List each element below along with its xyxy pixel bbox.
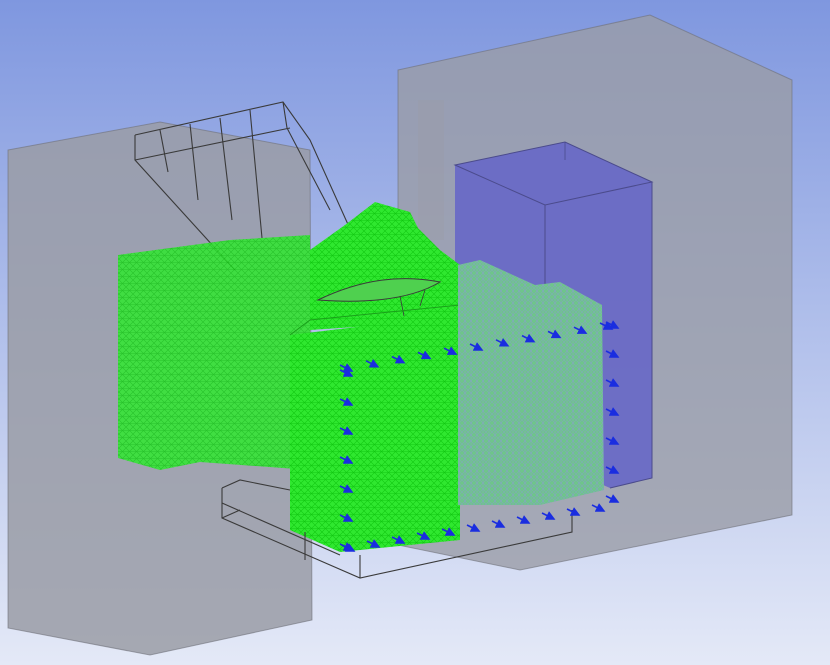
left-mesh-region[interactable] bbox=[118, 235, 310, 470]
front-mesh-block[interactable] bbox=[289, 304, 461, 552]
dense-mesh-region[interactable] bbox=[458, 260, 604, 505]
graphics-viewport[interactable] bbox=[0, 0, 830, 665]
3d-model-scene[interactable] bbox=[0, 0, 830, 665]
